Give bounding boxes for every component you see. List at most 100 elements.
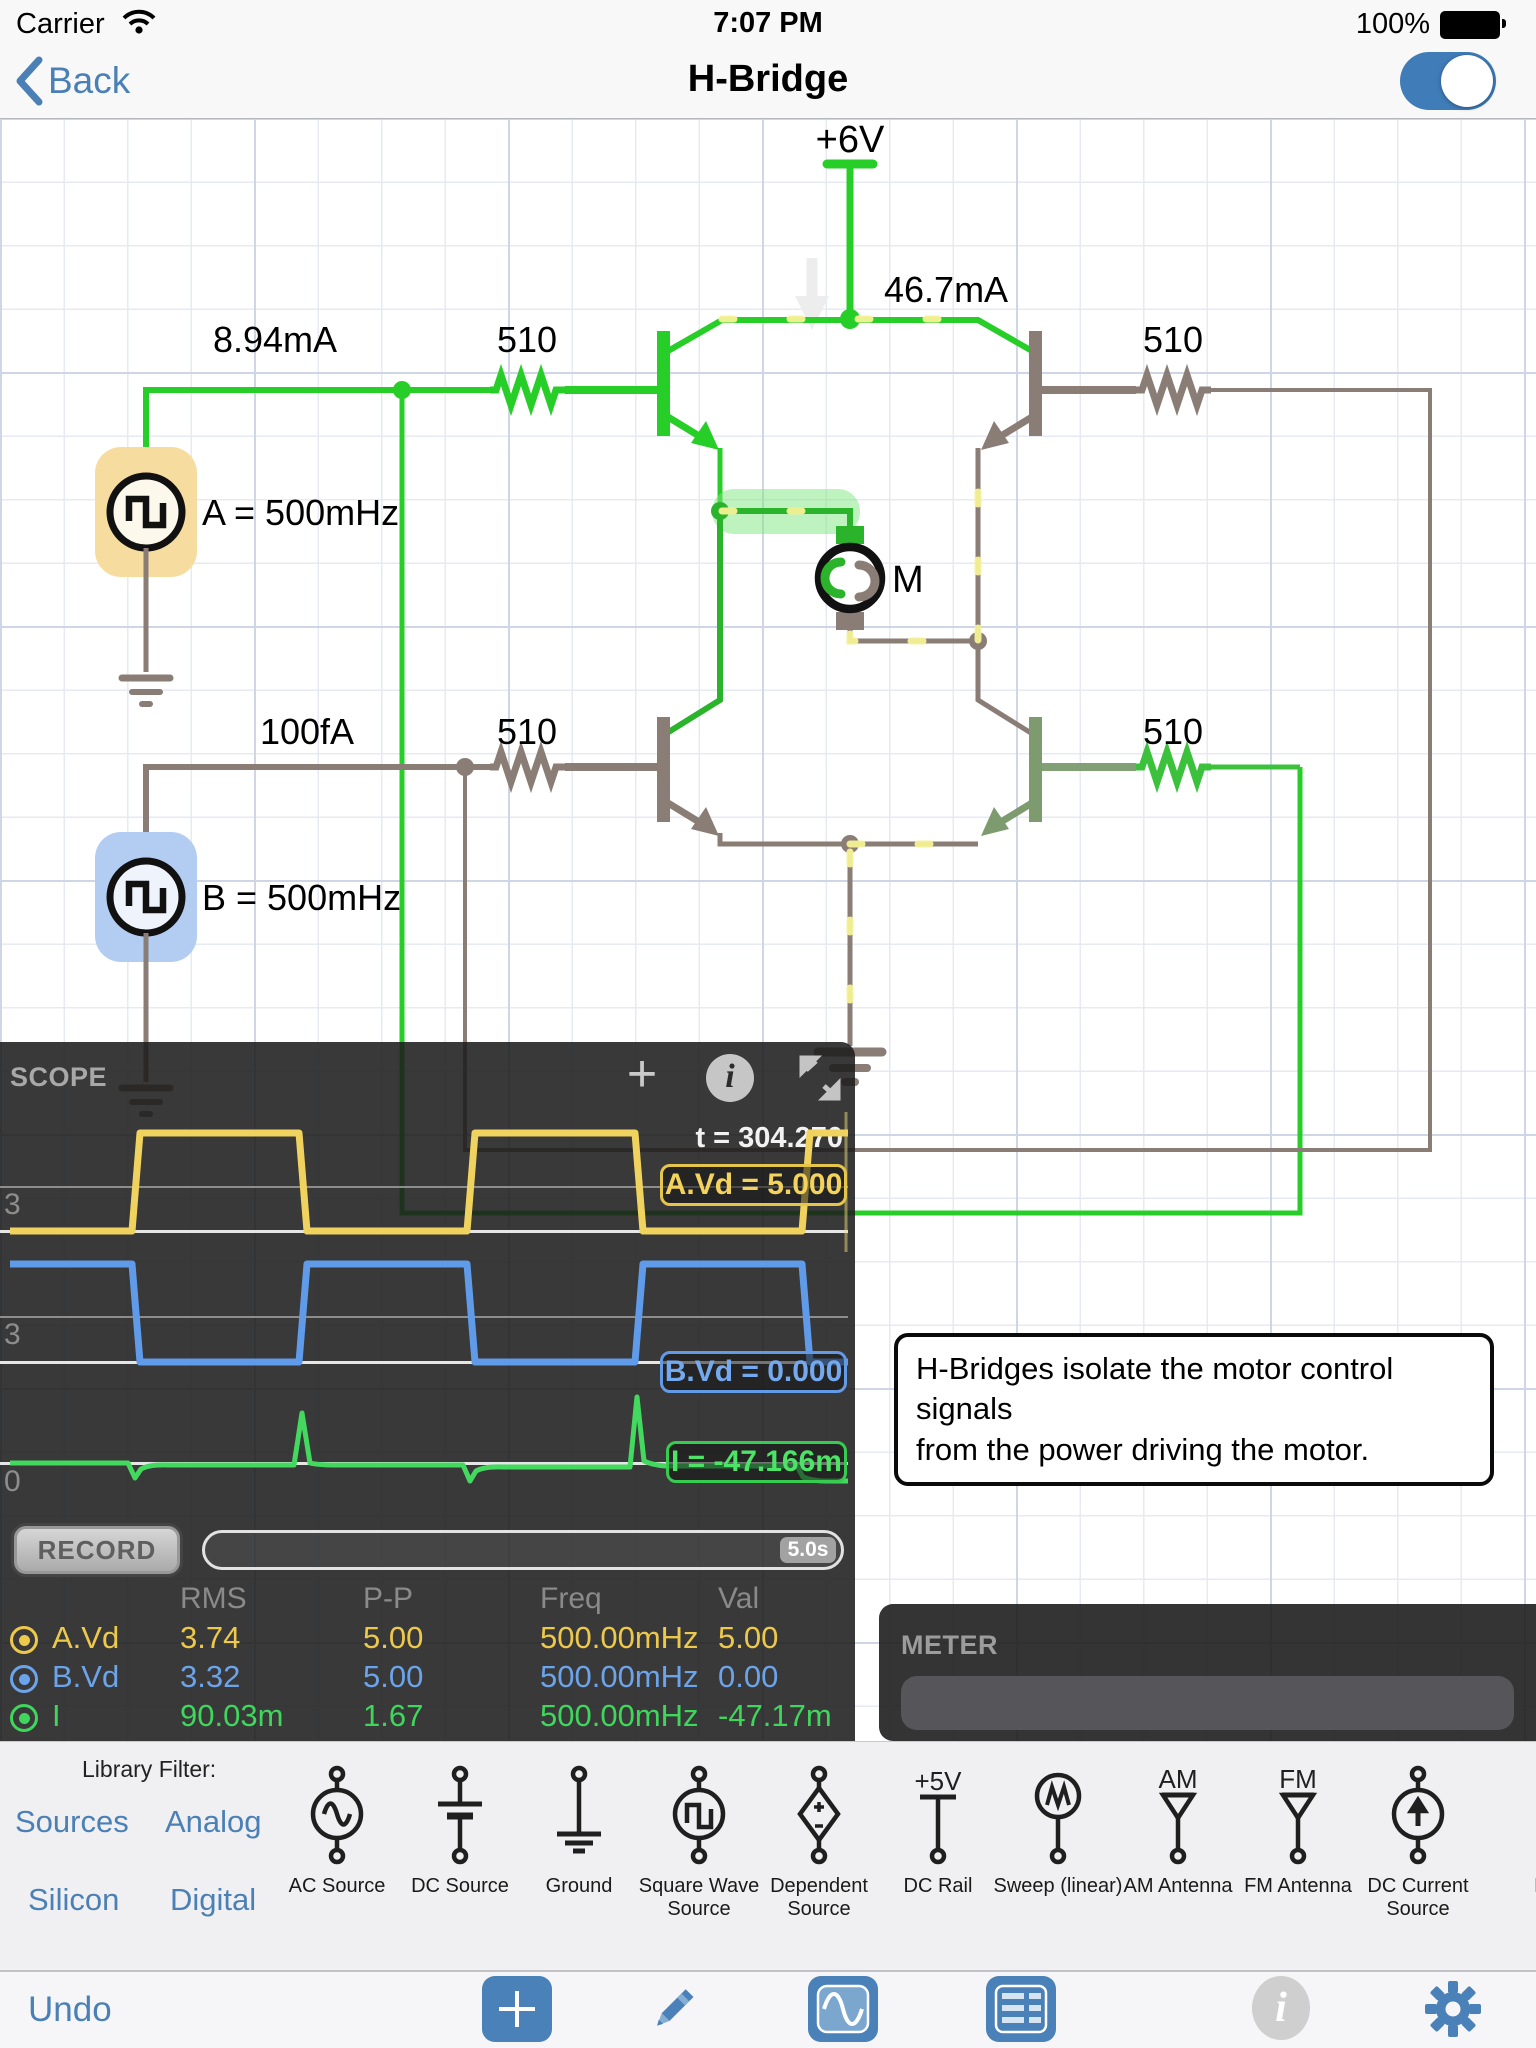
values-list-button[interactable] <box>986 1976 1056 2042</box>
meter-title: METER <box>901 1630 998 1661</box>
page-title: H-Bridge <box>0 58 1536 101</box>
row-freq: 500.00mHz <box>540 1659 699 1695</box>
dependent-current-source-icon <box>1508 1764 1536 1868</box>
svg-text:+5V: +5V <box>915 1766 963 1796</box>
annotation-line2: from the power driving the motor. <box>916 1430 1472 1470</box>
filter-digital-button[interactable]: Digital <box>170 1882 256 1918</box>
item-label: DC Current <box>1367 1875 1468 1897</box>
row-name: I <box>52 1698 61 1734</box>
record-progress-bar[interactable]: 5.0s <box>202 1530 844 1570</box>
resistor-r3[interactable] <box>490 752 565 782</box>
ground-a[interactable] <box>122 678 170 704</box>
square-wave-source-icon <box>649 1764 749 1868</box>
ac-source-icon <box>287 1764 387 1868</box>
table-row-a[interactable]: A.Vd 3.74 5.00 500.00mHz 5.00 <box>0 1620 855 1659</box>
am-antenna-icon: AM <box>1128 1764 1228 1868</box>
edit-button[interactable] <box>640 1976 706 2042</box>
simulation-toggle[interactable] <box>1400 52 1496 110</box>
cursor-label-a[interactable]: A.Vd = 5.000 <box>660 1164 847 1206</box>
resistor-r3-label: 510 <box>497 711 557 752</box>
motor-label: M <box>892 559 924 601</box>
item-label2: Source <box>1386 1898 1449 1920</box>
scope-panel[interactable]: SCOPE + i t = 304.270 3 3 0 A.Vd = 5.000… <box>0 1042 855 1741</box>
item-label: Ground <box>546 1875 613 1897</box>
svg-text:FM: FM <box>1279 1764 1317 1794</box>
dependent-source-icon <box>769 1764 869 1868</box>
item-label: FM Antenna <box>1244 1875 1352 1897</box>
filter-silicon-button[interactable]: Silicon <box>28 1882 119 1918</box>
resistor-r4-label: 510 <box>1143 711 1203 752</box>
add-component-button[interactable] <box>482 1976 552 2042</box>
status-bar: Carrier 7:07 PM 100% <box>0 0 1536 44</box>
channel-dot-i <box>10 1704 38 1732</box>
library-item-dc-current-source[interactable]: DC CurrentSource <box>1338 1764 1498 1921</box>
row-pp: 5.00 <box>363 1659 423 1695</box>
meter-empty-slot[interactable] <box>901 1676 1514 1730</box>
settings-button[interactable] <box>1420 1976 1486 2042</box>
resistor-r1-label: 510 <box>497 319 557 360</box>
current-a-label: 8.94mA <box>213 319 337 360</box>
gear-icon <box>1424 1980 1482 2038</box>
clock: 7:07 PM <box>0 7 1536 40</box>
source-a-label: A = 500mHz <box>202 492 399 533</box>
current-flow-dashes <box>722 319 978 1040</box>
source-a[interactable] <box>95 447 197 672</box>
plus-icon <box>495 1987 539 2031</box>
sine-wave-icon <box>816 1984 870 2034</box>
sweep-linear-icon <box>1008 1764 1108 1868</box>
transistor-q1[interactable] <box>657 331 720 511</box>
meter-panel[interactable]: METER <box>879 1604 1536 1741</box>
record-button[interactable]: RECORD <box>14 1526 180 1574</box>
bottom-toolbar: Undo <box>0 1970 1536 2048</box>
cursor-label-b[interactable]: B.Vd = 0.000 <box>660 1351 847 1393</box>
scope-view-button[interactable] <box>808 1976 878 2042</box>
transistor-q3[interactable] <box>657 717 719 836</box>
component-library: Library Filter: Sources Analog Silicon D… <box>0 1741 1536 1971</box>
row-val: -47.17m <box>718 1698 832 1734</box>
table-row-b[interactable]: B.Vd 3.32 5.00 500.00mHz 0.00 <box>0 1659 855 1698</box>
row-name: B.Vd <box>52 1659 119 1695</box>
filter-sources-button[interactable]: Sources <box>15 1804 129 1840</box>
library-filter-label: Library Filter: <box>82 1756 216 1783</box>
cursor-label-i[interactable]: I = -47.166m <box>666 1441 847 1483</box>
power-rail[interactable] <box>827 164 873 319</box>
item-label2: Source <box>667 1898 730 1920</box>
pencil-icon <box>644 1980 702 2038</box>
row-pp: 1.67 <box>363 1698 423 1734</box>
annotation-note[interactable]: H-Bridges isolate the motor control sign… <box>894 1333 1494 1486</box>
circuit-labels: +6V 46.7mA 8.94mA 100fA 510 510 510 510 … <box>202 119 1203 918</box>
filter-analog-button[interactable]: Analog <box>165 1804 262 1840</box>
dc-source-icon <box>410 1764 510 1868</box>
resistor-r2[interactable] <box>1136 375 1211 405</box>
svg-text:AM: AM <box>1159 1764 1198 1794</box>
dc-current-source-icon <box>1368 1764 1468 1868</box>
col-header-freq: Freq <box>540 1582 602 1616</box>
transistor-q4[interactable] <box>981 717 1300 836</box>
rail-current-label: 46.7mA <box>884 269 1008 310</box>
item-label: AM Antenna <box>1124 1875 1233 1897</box>
row-rms: 3.74 <box>180 1620 240 1656</box>
table-row-i[interactable]: I 90.03m 1.67 500.00mHz -47.17m <box>0 1698 855 1737</box>
info-button[interactable]: i <box>1252 1976 1310 2040</box>
motor[interactable] <box>819 526 881 630</box>
trace-b <box>10 1264 848 1362</box>
row-freq: 500.00mHz <box>540 1698 699 1734</box>
row-freq: 500.00mHz <box>540 1620 699 1656</box>
current-b-label: 100fA <box>260 711 354 752</box>
library-item-partial[interactable]: DepeCur <box>1478 1764 1536 1921</box>
channel-dot-a <box>10 1626 38 1654</box>
undo-button[interactable]: Undo <box>28 1990 112 2030</box>
dc-rail-icon: +5V <box>888 1764 988 1868</box>
row-name: A.Vd <box>52 1620 119 1656</box>
resistor-r4[interactable] <box>1136 752 1211 782</box>
rail-voltage-label: +6V <box>816 119 885 161</box>
resistor-r1[interactable] <box>490 375 565 405</box>
nav-bar: Back H-Bridge <box>0 44 1536 119</box>
col-header-val: Val <box>718 1582 759 1616</box>
channel-dot-b <box>10 1665 38 1693</box>
record-duration-badge: 5.0s <box>780 1537 836 1563</box>
row-val: 5.00 <box>718 1620 778 1656</box>
item-label: AC Source <box>289 1875 386 1897</box>
wire-motor-left[interactable] <box>667 511 850 733</box>
ground-icon <box>529 1764 629 1868</box>
